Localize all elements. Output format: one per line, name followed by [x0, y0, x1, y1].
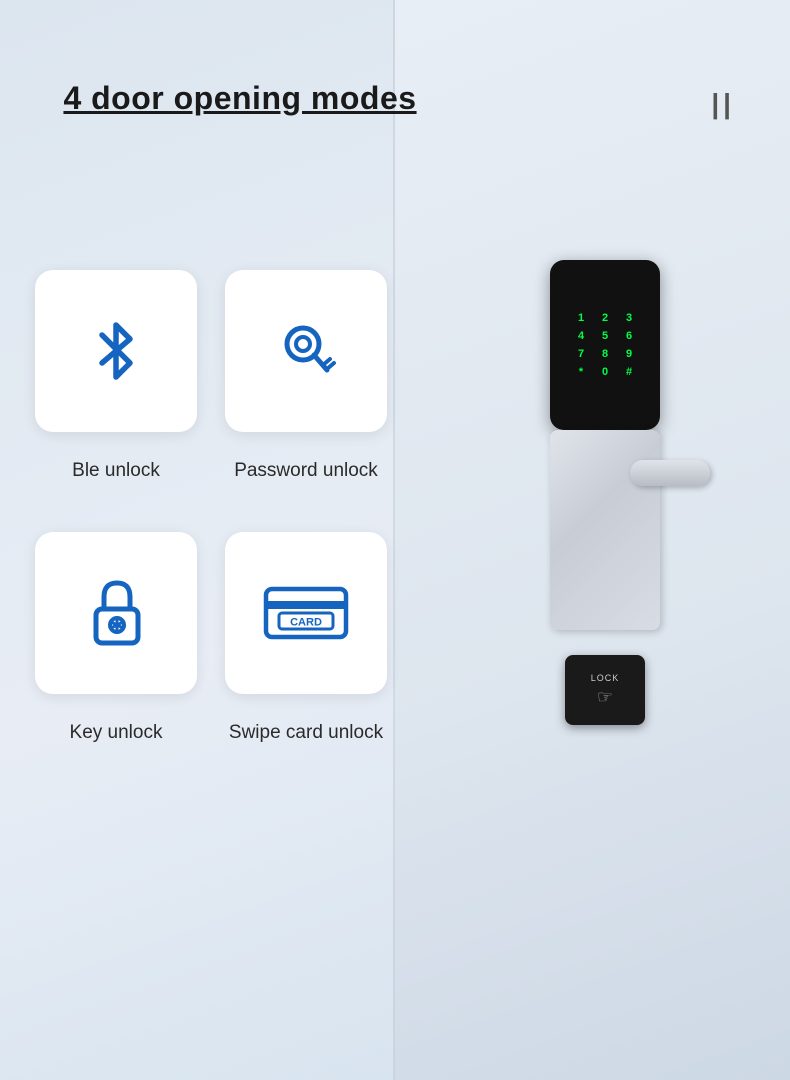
keypad-row-3: 7 8 9	[574, 348, 636, 360]
bluetooth-icon	[80, 315, 152, 387]
door-handle-plate	[550, 430, 660, 630]
key-3: 3	[622, 312, 636, 324]
mode-labels-row-1: Ble unlock Password unlock	[35, 460, 387, 482]
password-icon	[267, 312, 345, 390]
page-title: 4 door opening modes	[0, 80, 480, 117]
key-1: 1	[574, 312, 588, 324]
key-unlock-label: Key unlock	[35, 722, 197, 744]
lock-keypad-body: 1 2 3 4 5 6 7 8 9 *	[550, 260, 660, 430]
fingerprint-icon: ☞	[597, 687, 613, 708]
swipe-card-card[interactable]: CARD	[225, 532, 387, 694]
keypad-row-4: * 0 #	[574, 366, 636, 378]
mode-cards-row-1	[35, 270, 387, 432]
mode-labels-row-2: Key unlock Swipe card unlock	[35, 722, 387, 744]
key-7: 7	[574, 348, 588, 360]
ble-unlock-label: Ble unlock	[35, 460, 197, 482]
door-frame: 1 2 3 4 5 6 7 8 9 *	[495, 200, 715, 900]
password-unlock-card[interactable]	[225, 270, 387, 432]
door-lock-image: 1 2 3 4 5 6 7 8 9 *	[450, 120, 760, 980]
key-6: 6	[622, 330, 636, 342]
door-handle-area	[535, 430, 675, 630]
key-4: 4	[574, 330, 588, 342]
pause-icon: ||	[711, 88, 735, 120]
key-icon	[80, 573, 152, 653]
key-9: 9	[622, 348, 636, 360]
lock-label: LOCK	[591, 673, 620, 683]
key-5: 5	[598, 330, 612, 342]
svg-text:CARD: CARD	[290, 617, 322, 629]
swipe-card-unlock-label: Swipe card unlock	[225, 722, 387, 744]
password-unlock-label: Password unlock	[225, 460, 387, 482]
door-handle-bar	[630, 460, 710, 486]
key-8: 8	[598, 348, 612, 360]
key-2: 2	[598, 312, 612, 324]
key-hash: #	[622, 366, 636, 378]
key-star: *	[574, 366, 588, 378]
mode-cards-area: Ble unlock Password unlock	[35, 270, 387, 794]
swipe-card-icon: CARD	[261, 579, 351, 647]
key-unlock-card[interactable]	[35, 532, 197, 694]
keypad-row-1: 1 2 3	[574, 312, 636, 324]
keypad-panel: 1 2 3 4 5 6 7 8 9 *	[550, 260, 660, 430]
ble-unlock-card[interactable]	[35, 270, 197, 432]
lock-button-panel[interactable]: LOCK ☞	[565, 655, 645, 725]
mode-cards-row-2: CARD	[35, 532, 387, 694]
keypad-row-2: 4 5 6	[574, 330, 636, 342]
key-0: 0	[598, 366, 612, 378]
